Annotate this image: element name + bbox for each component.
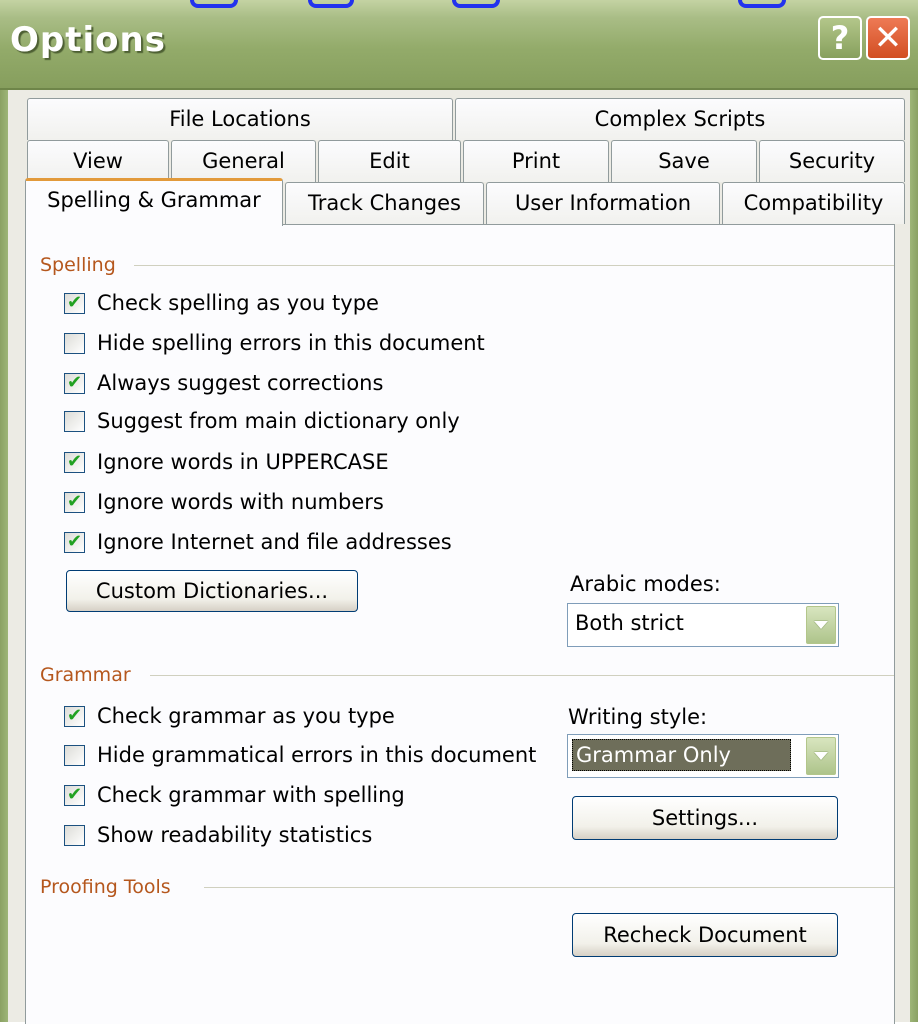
chevron-down-icon[interactable] [806,737,836,775]
checkbox-checked-icon[interactable]: ✔ [64,292,85,314]
check-grammar-as-you-type[interactable]: ✔ Check grammar as you type [64,701,395,731]
close-button[interactable]: ✕ [866,16,910,60]
option-label: Check grammar as you type [97,704,395,728]
writing-style-value: Grammar Only [572,739,791,771]
tab-spelling-grammar[interactable]: Spelling & Grammar [25,178,283,226]
custom-dictionaries-button[interactable]: Custom Dictionaries... [66,570,358,612]
arabic-modes-select[interactable]: Both strict [567,603,839,647]
check-grammar-with-spelling[interactable]: ✔ Check grammar with spelling [64,780,405,810]
checkbox-checked-icon[interactable]: ✔ [64,784,85,806]
help-button[interactable]: ? [818,16,862,60]
tab-compatibility[interactable]: Compatibility [722,182,905,224]
checkbox-checked-icon[interactable]: ✔ [64,491,85,513]
hide-spelling-errors[interactable]: Hide spelling errors in this document [64,328,485,358]
check-spelling-as-you-type[interactable]: ✔ Check spelling as you type [64,288,379,318]
option-label: Hide grammatical errors in this document [97,743,537,767]
hide-grammatical-errors[interactable]: Hide grammatical errors in this document [64,740,536,770]
tab-security[interactable]: Security [759,140,905,182]
option-label: Hide spelling errors in this document [97,331,485,355]
suggest-from-main-dictionary-only[interactable]: Suggest from main dictionary only [64,406,460,436]
option-label: Check grammar with spelling [97,783,405,807]
checkbox-unchecked-icon[interactable] [64,332,85,354]
option-label: Check spelling as you type [97,291,379,315]
checkbox-checked-icon[interactable]: ✔ [64,705,85,727]
checkbox-checked-icon[interactable]: ✔ [64,531,85,553]
spelling-heading: Spelling [40,254,116,276]
window-border-left [0,90,8,1022]
checkbox-checked-icon[interactable]: ✔ [64,451,85,473]
checkbox-unchecked-icon[interactable] [64,410,85,432]
section-divider [134,265,894,266]
window-border-right [910,90,918,1022]
tab-save[interactable]: Save [611,140,757,182]
option-label: Ignore Internet and file addresses [97,530,452,554]
tab-general[interactable]: General [171,140,316,182]
tab-view[interactable]: View [27,140,169,182]
ignore-words-with-numbers[interactable]: ✔ Ignore words with numbers [64,487,384,517]
section-divider [204,887,894,888]
tab-user-information[interactable]: User Information [486,182,720,224]
window-title: Options [10,20,166,60]
arabic-modes-value: Both strict [575,611,684,635]
help-icon: ? [830,19,850,57]
checkbox-unchecked-icon[interactable] [64,824,85,846]
option-label: Ignore words with numbers [97,490,384,514]
tab-track-changes[interactable]: Track Changes [285,182,484,224]
option-label: Suggest from main dictionary only [97,409,460,433]
section-divider [150,675,894,676]
writing-style-label: Writing style: [568,705,708,729]
background-fragment [190,0,830,8]
option-label: Show readability statistics [97,823,373,847]
tab-print[interactable]: Print [463,140,609,182]
recheck-document-button[interactable]: Recheck Document [572,913,838,957]
tab-complex-scripts[interactable]: Complex Scripts [455,98,905,140]
show-readability-statistics[interactable]: Show readability statistics [64,820,372,850]
title-bar[interactable]: Options ? ✕ [0,0,918,90]
option-label: Ignore words in UPPERCASE [97,450,389,474]
proofing-tools-heading: Proofing Tools [40,876,171,898]
ignore-words-uppercase[interactable]: ✔ Ignore words in UPPERCASE [64,447,389,477]
chevron-down-icon[interactable] [806,606,836,644]
ignore-internet-file-addresses[interactable]: ✔ Ignore Internet and file addresses [64,527,452,557]
grammar-heading: Grammar [40,664,131,686]
tab-edit[interactable]: Edit [318,140,461,182]
writing-style-select[interactable]: Grammar Only [567,734,839,778]
checkbox-checked-icon[interactable]: ✔ [64,372,85,394]
settings-button[interactable]: Settings... [572,796,838,840]
tab-file-locations[interactable]: File Locations [27,98,453,140]
arabic-modes-label: Arabic modes: [570,572,721,596]
option-label: Always suggest corrections [97,371,384,395]
always-suggest-corrections[interactable]: ✔ Always suggest corrections [64,368,383,398]
checkbox-unchecked-icon[interactable] [64,744,85,766]
close-icon: ✕ [873,18,903,58]
